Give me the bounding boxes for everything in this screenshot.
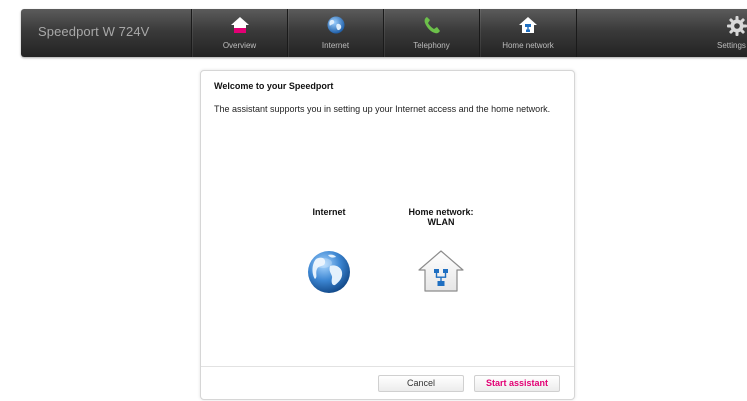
phone-icon: [424, 17, 440, 34]
top-navigation-bar: Speedport W 724V Overview Internet Telep…: [21, 9, 747, 57]
home-network-icon: [519, 17, 537, 33]
nav-divider: [576, 9, 577, 57]
globe-icon: [308, 251, 350, 293]
dialog-description: The assistant supports you in setting up…: [214, 104, 551, 114]
nav-home-network[interactable]: Home network: [479, 9, 576, 57]
nav-settings-label: Settings: [717, 41, 746, 50]
cancel-button[interactable]: Cancel: [378, 375, 464, 392]
dialog-title: Welcome to your Speedport: [214, 81, 334, 91]
nav-internet-label: Internet: [321, 41, 350, 50]
nav-overview-label: Overview: [222, 41, 257, 50]
device-name: Speedport W 724V: [38, 24, 150, 39]
welcome-dialog: Welcome to your Speedport The assistant …: [200, 70, 575, 400]
nav-telephony[interactable]: Telephony: [383, 9, 479, 57]
start-assistant-button[interactable]: Start assistant: [474, 375, 560, 392]
option-internet[interactable]: Internet: [279, 207, 379, 295]
nav-overview[interactable]: Overview: [191, 9, 287, 57]
gear-icon: [727, 16, 747, 36]
nav-internet[interactable]: Internet: [287, 9, 383, 57]
globe-icon: [327, 16, 344, 34]
dialog-footer: Cancel Start assistant: [201, 366, 574, 401]
nav-telephony-label: Telephony: [413, 41, 450, 50]
option-home-network-label: Home network: WLAN: [408, 207, 474, 227]
option-internet-label: Internet: [312, 207, 346, 217]
nav-home-network-label: Home network: [502, 41, 554, 50]
house-icon: [230, 17, 249, 33]
home-network-icon: [418, 250, 464, 292]
nav-settings[interactable]: Settings: [711, 9, 747, 57]
option-home-network-wlan[interactable]: Home network: WLAN: [391, 207, 491, 293]
